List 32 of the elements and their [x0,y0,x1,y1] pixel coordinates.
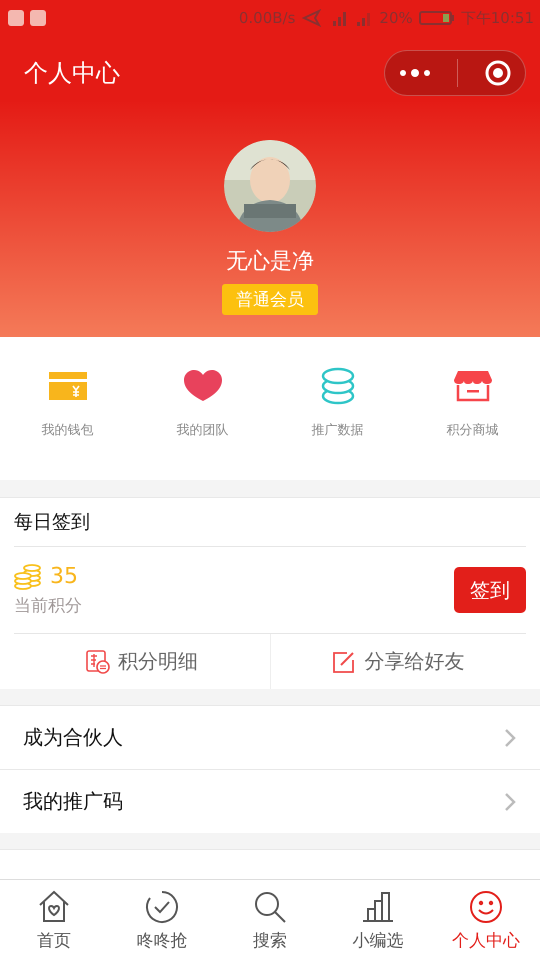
tab-item[interactable]: 咚咚抢 [108,880,216,960]
chevron-right-icon [504,792,516,812]
action-link[interactable]: 分享给好友 [270,634,526,689]
network-speed: 0.00B/s [238,9,296,27]
shortcut-item[interactable]: 我的团队 [135,337,270,480]
menu-item[interactable]: 我的推广码 [0,770,540,833]
shortcut-item[interactable]: 推广数据 [270,337,405,480]
page-title: 个人中心 [24,58,120,89]
smiley-icon [468,888,504,924]
tab-item[interactable]: 个人中心 [432,880,540,960]
points-value: 35 [50,564,78,589]
tab-item[interactable]: 搜索 [216,880,324,960]
section-title: 每日签到 [14,498,526,547]
battery-percent: 20% [379,9,413,27]
menu-item[interactable]: 成为合伙人 [0,706,540,770]
edit-icon [332,650,356,674]
check-in-button[interactable]: 签到 [454,567,526,613]
action-link[interactable]: 积分明细 [14,634,270,689]
receipt-icon [86,650,110,674]
user-name: 无心是净 [226,248,314,276]
points-label: 当前积分 [14,594,82,616]
member-badge: 普通会员 [222,284,318,315]
tab-item[interactable]: 首页 [0,880,108,960]
tab-item[interactable]: 小编选 [324,880,432,960]
shortcut-item[interactable]: 积分商城 [405,337,540,480]
more-icon[interactable] [398,67,432,79]
battery-icon [418,10,455,26]
chevron-right-icon [504,728,516,748]
shortcut-item[interactable]: 我的钱包 [0,337,135,480]
coins-icon [14,564,42,590]
clock-time: 下午10:51 [460,8,534,28]
clock-check-icon [144,888,180,924]
